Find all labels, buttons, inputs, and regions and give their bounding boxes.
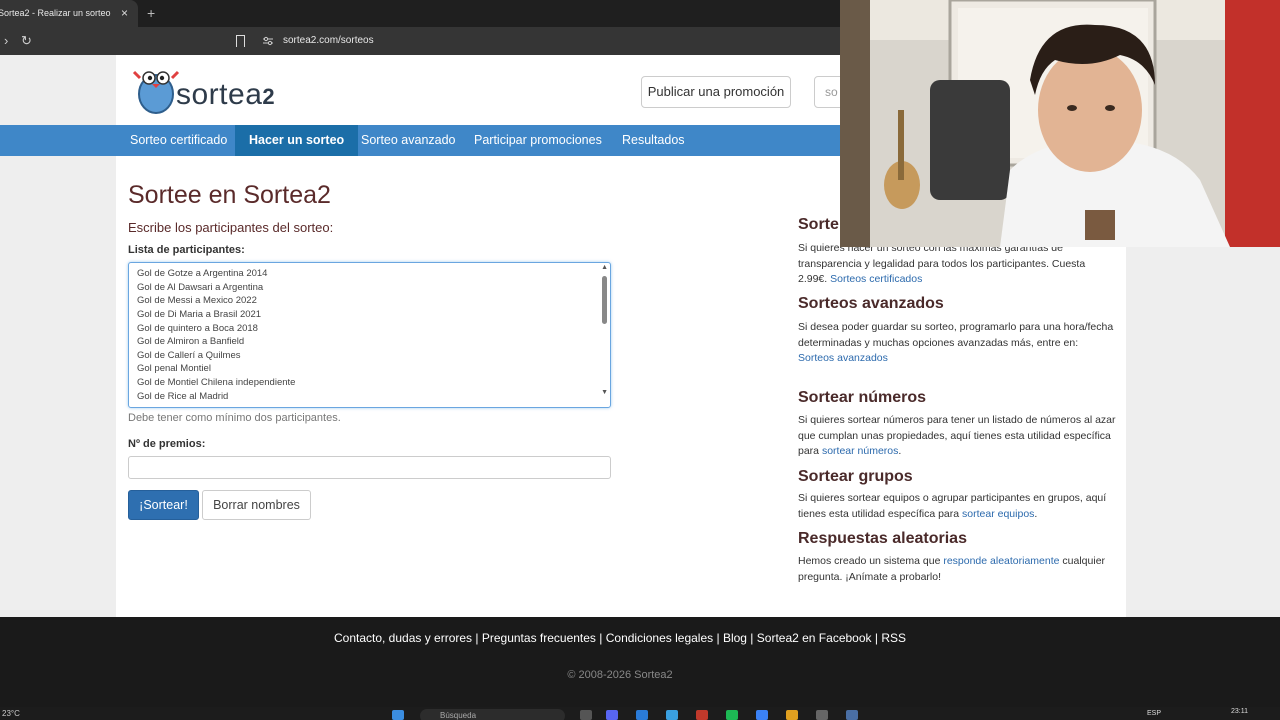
sidebar-random-text: Hemos creado un sistema que responde ale… xyxy=(798,555,1106,583)
taskbar-search[interactable]: Búsqueda xyxy=(420,709,565,720)
prizes-input[interactable] xyxy=(128,456,611,479)
folder-icon[interactable] xyxy=(786,710,798,720)
scrollbar-thumb[interactable] xyxy=(602,276,607,324)
participant-line: Gol de Gotze a Argentina 2014 xyxy=(137,268,268,279)
participant-line: Gol de Al Dawsari a Argentina xyxy=(137,282,264,293)
app-icon[interactable] xyxy=(666,710,678,720)
forward-icon[interactable]: › xyxy=(4,27,8,55)
footer-link-facebook[interactable]: Sortea2 en Facebook xyxy=(757,631,872,645)
sidebar-advanced-title: Sorteos avanzados xyxy=(798,295,944,312)
participant-line: Gol de Di Maria a Brasil 2021 xyxy=(137,309,262,320)
spotify-icon[interactable] xyxy=(726,710,738,720)
sidebar-advanced-text: Si desea poder guardar su sorteo, progra… xyxy=(798,321,1114,364)
copyright: © 2008-2026 Sortea2 xyxy=(567,669,673,681)
draw-numbers-link[interactable]: sortear números xyxy=(822,445,898,457)
discord-icon[interactable] xyxy=(606,710,618,720)
taskbar: 23°C Búsqueda ESP 23:11 xyxy=(0,707,1280,720)
sidebar-numbers-title: Sortear números xyxy=(798,389,927,406)
form-subtitle: Escribe los participantes del sorteo: xyxy=(128,220,334,235)
footer: Contacto, dudas y errores | Preguntas fr… xyxy=(0,617,1280,707)
reload-icon[interactable]: ↻ xyxy=(21,27,32,55)
bookmark-icon[interactable] xyxy=(236,35,245,47)
sidebar-numbers-text: Si quieres sortear números para tener un… xyxy=(798,414,1116,457)
nav-item-participar-promociones[interactable]: Participar promociones xyxy=(474,125,602,156)
draw-teams-link[interactable]: sortear equipos xyxy=(962,508,1034,520)
browser-tab[interactable]: Sortea2 - Realizar un sorteo × xyxy=(0,0,138,27)
footer-link-legal[interactable]: Condiciones legales xyxy=(606,631,713,645)
task-view-icon[interactable] xyxy=(580,710,592,720)
weather-widget[interactable]: 23°C xyxy=(2,707,20,720)
min-participants-hint: Debe tener como mínimo dos participantes… xyxy=(128,412,341,424)
app-icon[interactable] xyxy=(636,710,648,720)
tab-close-icon[interactable]: × xyxy=(121,0,128,27)
clock[interactable]: 23:11 xyxy=(1231,707,1248,717)
advanced-draws-link[interactable]: Sorteos avanzados xyxy=(798,352,888,364)
textarea-scrollbar[interactable]: ▲ ▼ xyxy=(599,264,609,406)
random-answers-link[interactable]: responde aleatoriamente xyxy=(943,555,1059,567)
app-icon[interactable] xyxy=(816,710,828,720)
nav-item-sorteo-certificado[interactable]: Sorteo certificado xyxy=(130,125,227,156)
prizes-label: Nº de premios: xyxy=(128,438,206,450)
app-icon[interactable] xyxy=(756,710,768,720)
nav-item-hacer-sorteo[interactable]: Hacer un sorteo xyxy=(235,125,359,156)
clear-names-button[interactable]: Borrar nombres xyxy=(202,490,311,520)
publish-promotion-button[interactable]: Publicar una promoción xyxy=(641,76,791,108)
new-tab-icon[interactable]: + xyxy=(147,0,155,27)
draw-button[interactable]: ¡Sortear! xyxy=(128,490,199,520)
scroll-down-icon[interactable]: ▼ xyxy=(601,389,608,396)
nav-item-sorteo-avanzado[interactable]: Sorteo avanzado xyxy=(361,125,456,156)
participant-line: Gol de Almiron a Banfield xyxy=(137,336,245,347)
participants-textarea[interactable]: Gol de Gotze a Argentina 2014 Gol de Al … xyxy=(128,262,611,408)
footer-link-rss[interactable]: RSS xyxy=(881,631,906,645)
participant-line: Gol de quintero a Boca 2018 xyxy=(137,323,258,334)
participant-line: Gol de Rice al Madrid xyxy=(137,391,229,402)
app-icon[interactable] xyxy=(696,710,708,720)
footer-links: Contacto, dudas y errores | Preguntas fr… xyxy=(333,631,906,645)
footer-link-faq[interactable]: Preguntas frecuentes xyxy=(482,631,596,645)
sidebar-certified-text: Si quieres hacer un sorteo con las máxim… xyxy=(798,242,1086,285)
participant-line: Gol penal Montiel xyxy=(137,363,211,374)
nav-item-resultados[interactable]: Resultados xyxy=(622,125,685,156)
participant-line: Gol de Montiel Chilena independiente xyxy=(137,377,296,388)
windows-start-icon[interactable] xyxy=(392,710,404,720)
certified-draws-link[interactable]: Sorteos certificados xyxy=(830,273,922,285)
participants-label: Lista de participantes: xyxy=(128,244,245,256)
sidebar-groups-title: Sortear grupos xyxy=(798,468,913,485)
app-icon[interactable] xyxy=(846,710,858,720)
participant-line: Gol de Messi a Mexico 2022 xyxy=(137,295,257,306)
language-indicator[interactable]: ESP xyxy=(1147,707,1161,720)
logo-text[interactable]: sortea2 xyxy=(176,78,275,112)
page-title: Sortee en Sortea2 xyxy=(128,181,331,209)
tab-title: Sortea2 - Realizar un sorteo xyxy=(0,8,111,18)
site-settings-icon[interactable] xyxy=(263,36,273,46)
footer-link-contact[interactable]: Contacto, dudas y errores xyxy=(334,631,472,645)
sidebar-random-title: Respuestas aleatorias xyxy=(798,530,967,547)
screen: { "browser": { "tab_title": "Sortea2 - R… xyxy=(0,0,1280,720)
sidebar-certified-title: Sorte xyxy=(798,216,839,233)
url-field[interactable]: sortea2.com/sorteos xyxy=(283,27,374,55)
participant-line: Gol de Callerí a Quilmes xyxy=(137,350,241,361)
scroll-up-icon[interactable]: ▲ xyxy=(601,264,608,271)
sidebar-groups-text: Si quieres sortear equipos o agrupar par… xyxy=(798,492,1107,520)
webcam-overlay xyxy=(840,0,1280,247)
footer-link-blog[interactable]: Blog xyxy=(723,631,747,645)
